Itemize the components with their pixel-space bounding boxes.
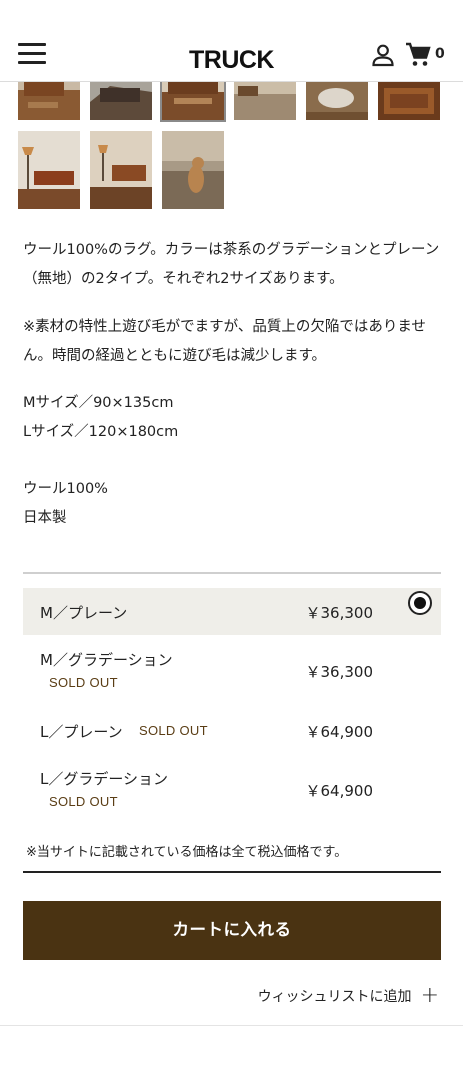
user-icon[interactable] [371, 43, 395, 67]
cart-icon[interactable] [405, 42, 431, 68]
soldout-label: SOLD OUT [139, 723, 208, 738]
variant-name: L／プレーン [40, 723, 123, 741]
product-description-1: ウール100%のラグ。カラーは茶系のグラデーションとプレーン （無地）の2タイプ… [23, 236, 443, 294]
divider [0, 1025, 463, 1026]
variant-price: ￥36,300 [305, 604, 374, 622]
description-line: ん。時間の経過とともに遊び毛は減少します。 [23, 348, 327, 364]
add-to-cart-button[interactable]: カートに入れる [23, 901, 441, 960]
wishlist-label: ウィッシュリストに追加 [257, 989, 412, 1005]
description-line: （無地）の2タイプ。それぞれ2サイズあります。 [23, 271, 344, 287]
variant-option-l-gradation[interactable]: L／グラデーション SOLD OUT ￥64,900 [23, 762, 441, 818]
add-to-wishlist-link[interactable]: ウィッシュリストに追加 + [258, 985, 439, 1007]
variant-name: L／グラデーション [40, 770, 169, 788]
variant-name: M／プレーン [40, 604, 128, 622]
product-description-2: ※素材の特性上遊び毛がでますが、品質上の欠陥ではありませ ん。時間の経過とともに… [23, 313, 443, 371]
variant-name: M／グラデーション [40, 651, 173, 669]
site-header: TRUCK 0 [0, 0, 463, 82]
size-m-text: Mサイズ／90×135cm [23, 395, 174, 411]
variant-option-l-plain[interactable]: L／プレーン SOLD OUT ￥64,900 [23, 710, 441, 750]
product-sizes: Mサイズ／90×135cm Lサイズ／120×180cm [23, 389, 443, 447]
description-line: ※素材の特性上遊び毛がでますが、品質上の欠陥ではありませ [23, 319, 426, 335]
soldout-label: SOLD OUT [49, 675, 118, 690]
material-text: ウール100% [23, 481, 108, 497]
divider [23, 871, 441, 873]
variant-price: ￥36,300 [305, 663, 374, 681]
variant-option-m-plain[interactable]: M／プレーン ￥36,300 [23, 588, 441, 635]
origin-text: 日本製 [23, 510, 67, 526]
tax-note: ※当サイトに記載されている価格は全て税込価格です。 [26, 845, 348, 860]
thumbnail-cat-on-rug[interactable] [162, 131, 224, 209]
soldout-label: SOLD OUT [49, 794, 118, 809]
cart-count-badge: 0 [435, 46, 445, 62]
variant-option-m-gradation[interactable]: M／グラデーション SOLD OUT ￥36,300 [23, 643, 441, 699]
variant-selector: M／プレーン ￥36,300 M／グラデーション SOLD OUT ￥36,30… [23, 572, 441, 809]
variant-price: ￥64,900 [305, 723, 374, 741]
variant-price: ￥64,900 [305, 782, 374, 800]
thumbnail-lamp-room[interactable] [18, 131, 80, 209]
thumbnail-sofa-lamp[interactable] [90, 131, 152, 209]
product-specs: ウール100% 日本製 [23, 475, 443, 533]
description-line: ウール100%のラグ。カラーは茶系のグラデーションとプレーン [23, 242, 440, 258]
size-l-text: Lサイズ／120×180cm [23, 424, 179, 440]
radio-selected-icon[interactable] [408, 591, 432, 615]
plus-icon: + [420, 983, 439, 1008]
